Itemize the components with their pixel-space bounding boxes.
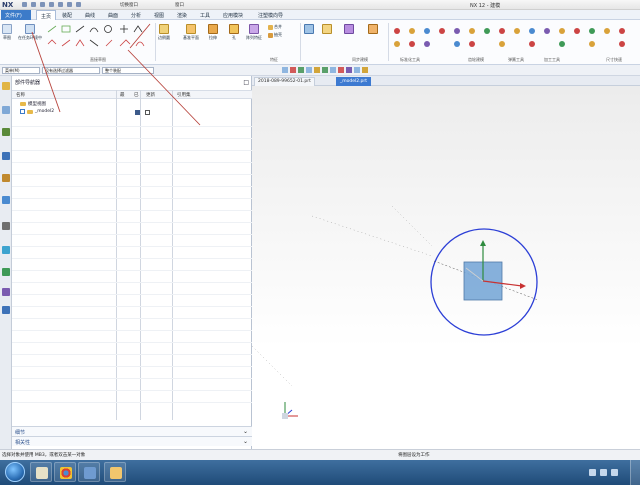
status-right-message: 将图层设为工作 — [398, 453, 430, 458]
tray-flag-icon[interactable] — [611, 469, 618, 476]
tray-volume-icon[interactable] — [600, 469, 607, 476]
show-desktop-button[interactable] — [630, 460, 640, 485]
nx-window: NX 切换窗口 窗口 NX 12 - 建模 文件(F) 主页 装配 曲线 曲面 … — [0, 0, 640, 485]
system-tray — [589, 469, 618, 476]
taskbar-app-folder[interactable] — [104, 462, 126, 482]
tray-network-icon[interactable] — [589, 469, 596, 476]
status-bar: 选择对象并使用 MB3，或者双击某一对象 将图层设为工作 — [0, 449, 640, 460]
windows-taskbar — [0, 460, 640, 485]
status-message: 选择对象并使用 MB3，或者双击某一对象 — [2, 453, 86, 458]
taskbar-app-explorer[interactable] — [30, 462, 52, 482]
start-button[interactable] — [5, 462, 25, 482]
annotation-arrows — [31, 23, 201, 126]
taskbar-app-chrome[interactable] — [54, 462, 76, 482]
taskbar-app-nx[interactable] — [78, 462, 100, 482]
